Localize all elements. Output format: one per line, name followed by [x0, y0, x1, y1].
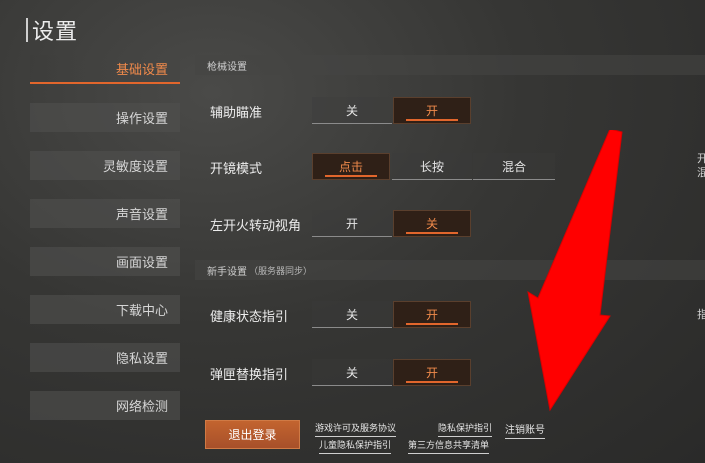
sidebar-item-privacy[interactable]: 隐私设置 [30, 343, 180, 372]
scope-mode-hold-option[interactable]: 长按 [392, 153, 472, 180]
sidebar-item-label: 下载中心 [115, 304, 168, 319]
weapons-section-title: 枪械设置 [207, 61, 247, 73]
health-guide-off-option[interactable]: 关 [312, 301, 392, 328]
scope-mode-label: 开镜模式 [210, 162, 263, 177]
novice-section-header: 新手设置 （服务器同步） [195, 260, 705, 280]
left-fire-view-on-option[interactable]: 开 [312, 210, 392, 237]
red-arrow-annotation [527, 130, 623, 412]
page-title-text: 设置 [32, 20, 79, 45]
sidebar-item-sound[interactable]: 声音设置 [30, 199, 180, 228]
settings-panel: 枪械设置 辅助瞄准 关 开 开镜模式 点击 长按 混合 左开火转动视角 开 关 … [195, 55, 705, 463]
sidebar-item-controls[interactable]: 操作设置 [30, 103, 180, 132]
third-party-sharing-link[interactable]: 第三方信息共享清单 [408, 438, 490, 454]
clip-guide-label: 弹匣替换指引 [210, 368, 289, 383]
novice-section-subtitle: （服务器同步） [249, 266, 313, 277]
left-fire-view-label: 左开火转动视角 [210, 219, 302, 234]
deregister-account-link[interactable]: 注销账号 [505, 421, 545, 439]
sidebar-item-label: 灵敏度设置 [102, 160, 168, 175]
license-link[interactable]: 游戏许可及服务协议 [315, 421, 397, 437]
sidebar-item-sensitivity[interactable]: 灵敏度设置 [30, 151, 180, 180]
sidebar-item-downloads[interactable]: 下载中心 [30, 295, 180, 324]
aim-assist-off-option[interactable]: 关 [312, 97, 392, 124]
sidebar-item-basic[interactable]: 基础设置 [30, 55, 180, 84]
sidebar-item-label: 网络检测 [115, 400, 168, 415]
sidebar-item-network[interactable]: 网络检测 [30, 391, 180, 420]
clipped-edge-glyph-2: 指 [697, 308, 705, 321]
health-guide-label: 健康状态指引 [210, 310, 289, 325]
privacy-guide-link[interactable]: 隐私保护指引 [438, 421, 493, 437]
novice-section-title: 新手设置 [207, 266, 247, 278]
clip-guide-on-option[interactable]: 开 [393, 359, 471, 386]
sidebar-item-label: 画面设置 [115, 256, 168, 271]
weapons-section-header: 枪械设置 [195, 55, 705, 75]
clip-guide-off-option[interactable]: 关 [312, 359, 392, 386]
aim-assist-on-option[interactable]: 开 [393, 97, 471, 124]
red-arrow-shape [527, 130, 623, 412]
sidebar-item-label: 操作设置 [115, 112, 168, 127]
child-privacy-link[interactable]: 儿童隐私保护指引 [319, 438, 392, 454]
aim-assist-label: 辅助瞄准 [210, 106, 263, 121]
scope-mode-tap-option[interactable]: 点击 [312, 153, 390, 180]
title-bar-mark [26, 18, 28, 42]
health-guide-on-option[interactable]: 开 [393, 301, 471, 328]
logout-button[interactable]: 退出登录 [205, 420, 300, 449]
sidebar-item-graphics[interactable]: 画面设置 [30, 247, 180, 276]
left-fire-view-off-option[interactable]: 关 [393, 210, 471, 237]
sidebar: 基础设置 操作设置 灵敏度设置 声音设置 画面设置 下载中心 隐私设置 网络检测 [30, 55, 180, 439]
page-title: 设置 [26, 14, 78, 46]
sidebar-item-label: 基础设置 [115, 63, 168, 78]
sidebar-item-label: 声音设置 [115, 208, 168, 223]
sidebar-item-label: 隐私设置 [115, 352, 168, 367]
clipped-edge-glyph-3: 混 [697, 166, 705, 179]
